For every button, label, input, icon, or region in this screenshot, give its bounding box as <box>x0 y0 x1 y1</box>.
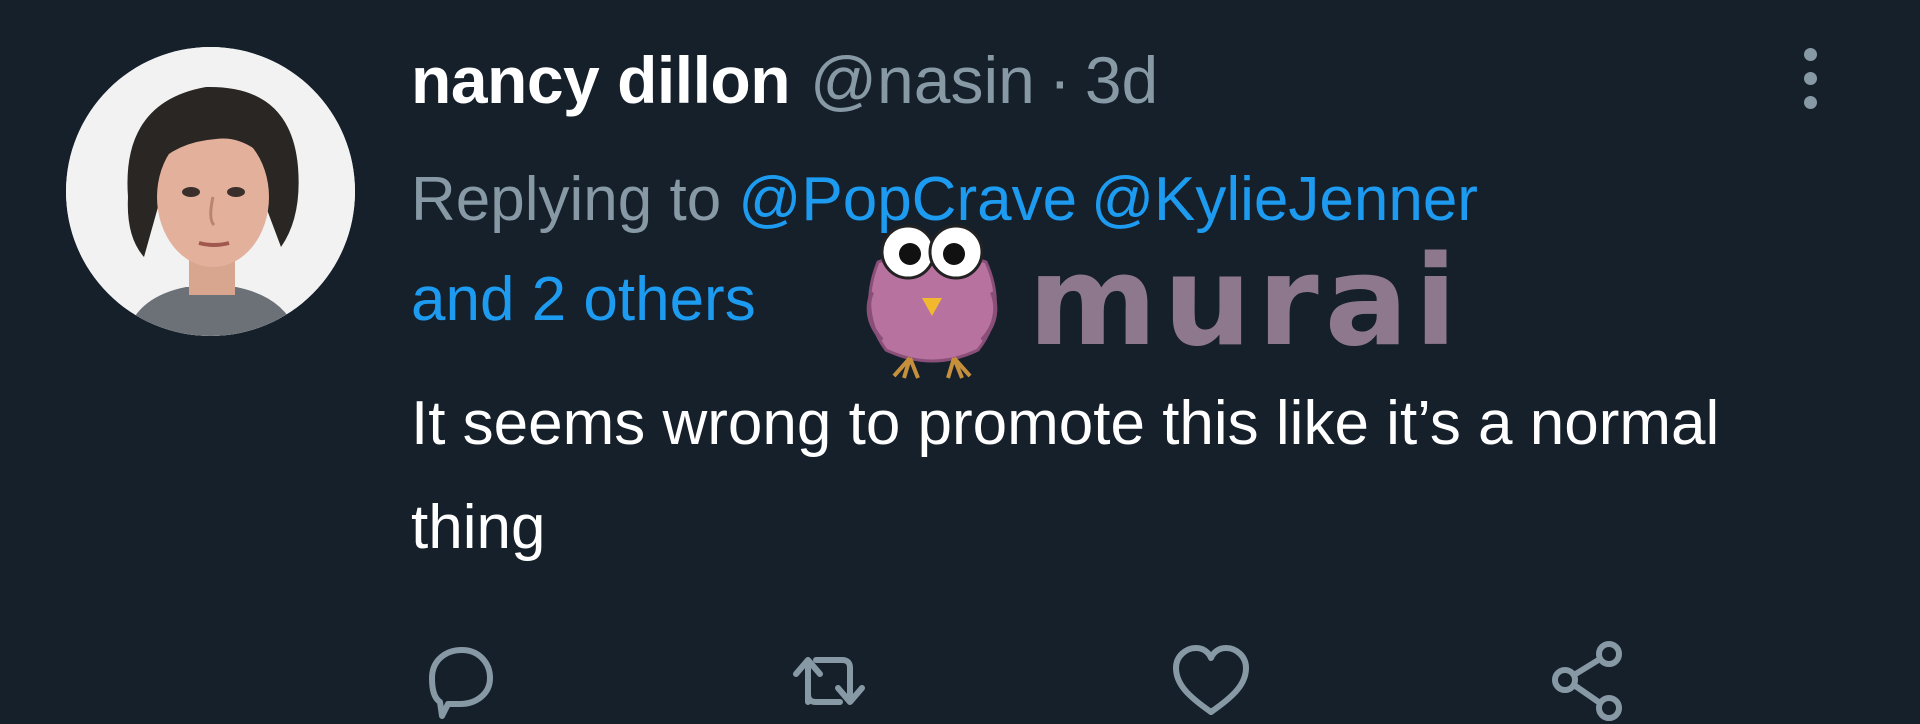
replying-to: Replying to @PopCrave @KylieJenner and 2 … <box>411 150 1811 350</box>
share-button[interactable] <box>1545 638 1631 724</box>
retweet-icon <box>793 657 865 705</box>
share-icon <box>1552 641 1622 721</box>
replying-to-label: Replying to <box>411 165 722 234</box>
reply-button[interactable] <box>418 638 504 724</box>
reply-icon <box>429 647 493 719</box>
retweet-button[interactable] <box>786 638 872 724</box>
tweet-actions <box>0 630 1920 724</box>
mention-link-kyliejenner[interactable]: @KylieJenner <box>1091 165 1478 234</box>
avatar[interactable] <box>66 47 355 336</box>
tweet-header: nancy dillon @nasin · 3d <box>411 40 1158 120</box>
timestamp[interactable]: 3d <box>1085 40 1158 120</box>
display-name[interactable]: nancy dillon <box>411 40 791 120</box>
tweet-card: nancy dillon @nasin · 3d Replying to @Po… <box>0 0 1920 724</box>
heart-icon <box>1173 645 1249 715</box>
user-handle[interactable]: @nasin <box>810 40 1035 120</box>
avatar-image <box>66 47 355 336</box>
tweet-text: It seems wrong to promote this like it’s… <box>411 389 1720 562</box>
mention-link-popcrave[interactable]: @PopCrave <box>738 165 1077 234</box>
more-options-button[interactable] <box>1780 40 1840 116</box>
and-others-link[interactable]: and 2 others <box>411 265 756 334</box>
like-button[interactable] <box>1168 638 1254 724</box>
separator-dot: · <box>1048 43 1071 117</box>
more-vertical-icon <box>1803 47 1817 61</box>
